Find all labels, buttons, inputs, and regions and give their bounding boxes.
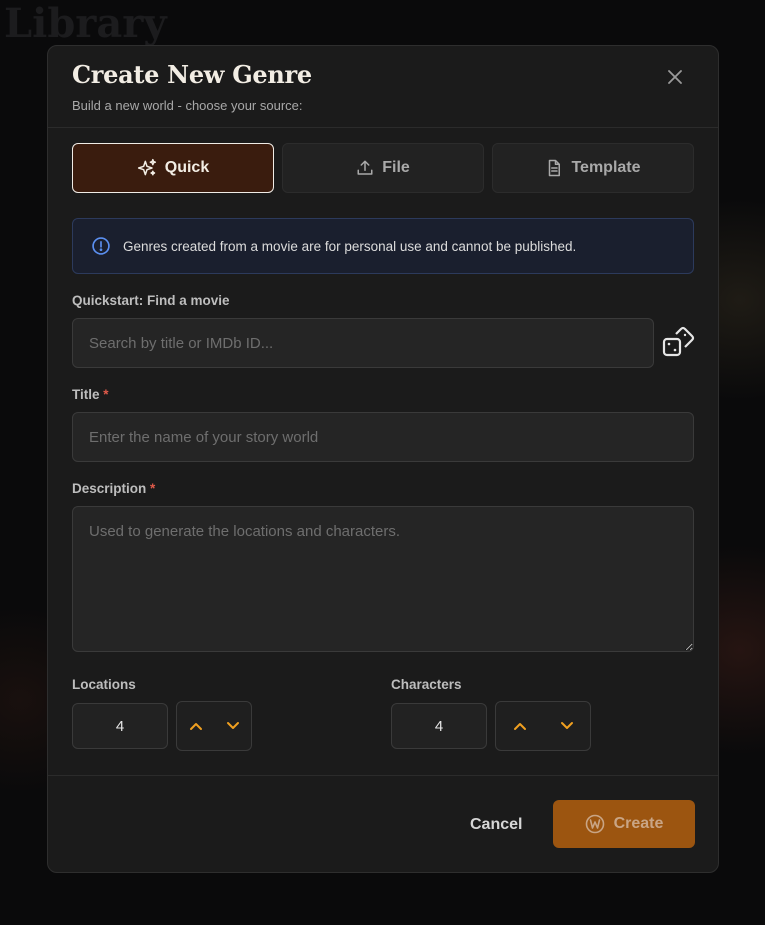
locations-increment-button[interactable] xyxy=(183,713,209,739)
create-world-icon xyxy=(585,814,604,834)
movie-search-input[interactable] xyxy=(72,318,654,368)
tab-quick[interactable]: Quick xyxy=(72,143,274,193)
description-label: Description * xyxy=(72,481,155,496)
chevron-up-icon xyxy=(189,723,202,730)
required-marker: * xyxy=(150,481,156,496)
locations-decrement-button[interactable] xyxy=(220,713,246,739)
title-label-text: Title xyxy=(72,387,100,402)
tab-file[interactable]: File xyxy=(282,143,484,193)
tab-template[interactable]: Template xyxy=(492,143,694,193)
create-genre-dialog: Create New Genre Build a new world - cho… xyxy=(47,45,719,873)
tab-quick-label: Quick xyxy=(164,159,210,176)
tab-template-label: Template xyxy=(571,159,641,176)
tab-file-label: File xyxy=(382,159,410,176)
close-button[interactable] xyxy=(664,66,686,88)
characters-decrement-button[interactable] xyxy=(554,713,580,739)
close-icon xyxy=(668,70,682,84)
random-movie-button[interactable] xyxy=(661,326,695,360)
info-icon xyxy=(92,237,110,255)
dialog-title: Create New Genre xyxy=(72,60,312,89)
locations-label: Locations xyxy=(72,677,136,692)
quickstart-label: Quickstart: Find a movie xyxy=(72,293,230,308)
cancel-button[interactable]: Cancel xyxy=(470,816,522,834)
required-marker: * xyxy=(103,387,109,402)
dialog-subtitle: Build a new world - choose your source: xyxy=(72,98,303,113)
chevron-down-icon xyxy=(560,722,573,729)
chevron-up-icon xyxy=(513,723,526,730)
upload-icon xyxy=(357,160,373,175)
locations-stepper xyxy=(176,701,252,751)
characters-value[interactable]: 4 xyxy=(391,703,487,749)
locations-value[interactable]: 4 xyxy=(72,703,168,749)
create-button[interactable]: Create xyxy=(553,800,695,848)
background-page-title: Library xyxy=(4,0,167,47)
chevron-down-icon xyxy=(226,722,239,729)
characters-increment-button[interactable] xyxy=(507,713,533,739)
title-label: Title * xyxy=(72,387,109,402)
info-text: Genres created from a movie are for pers… xyxy=(123,238,577,254)
description-textarea[interactable] xyxy=(72,506,694,652)
sparkles-icon xyxy=(137,158,156,176)
description-label-text: Description xyxy=(72,481,147,496)
dialog-footer: Cancel Create xyxy=(48,775,718,872)
characters-label: Characters xyxy=(391,677,462,692)
create-button-label: Create xyxy=(613,815,664,832)
title-input[interactable] xyxy=(72,412,694,462)
dialog-header: Create New Genre Build a new world - cho… xyxy=(48,46,718,128)
document-icon xyxy=(549,159,561,177)
source-tabs: Quick File Template xyxy=(72,143,694,193)
info-banner: Genres created from a movie are for pers… xyxy=(72,218,694,274)
dice-icon xyxy=(662,326,695,357)
characters-stepper xyxy=(495,701,591,751)
